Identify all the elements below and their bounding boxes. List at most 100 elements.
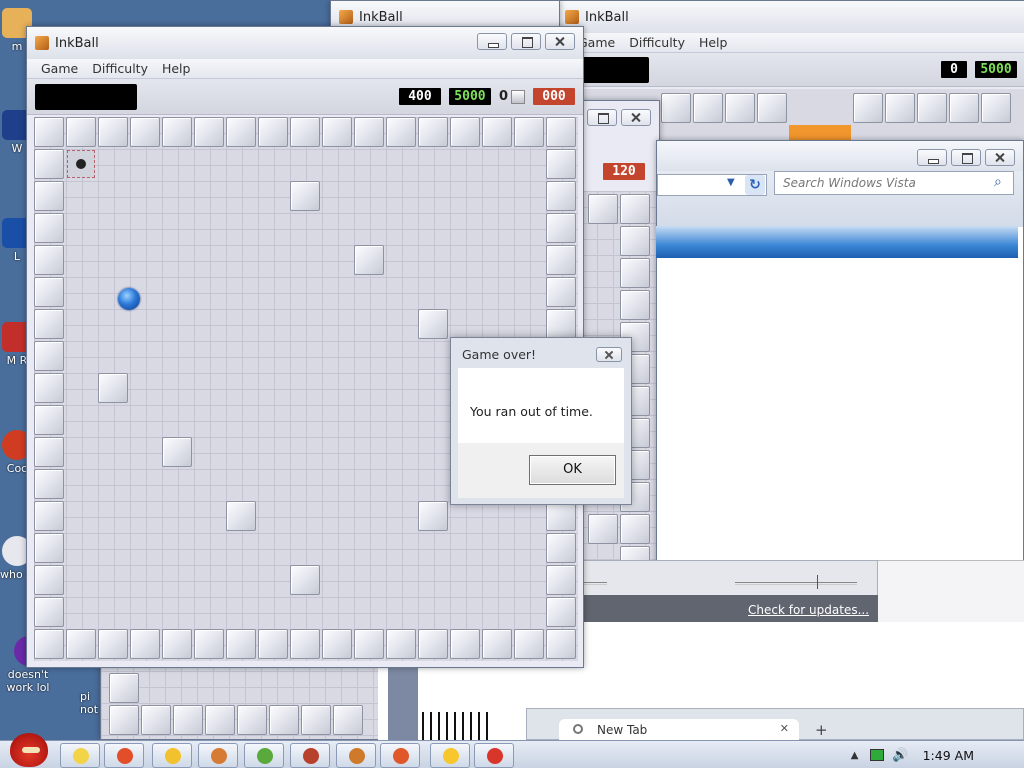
- dropdown-arrow-icon[interactable]: ▼: [727, 177, 735, 188]
- chrome-tab-icon: [573, 724, 583, 734]
- inkball-icon: [349, 748, 365, 764]
- wall-tile: [34, 533, 64, 563]
- close-button[interactable]: [621, 109, 651, 126]
- paint-icon: [211, 748, 227, 764]
- wall-tile: [226, 501, 256, 531]
- wall-tile: [258, 629, 288, 659]
- browser-command-bar: [656, 226, 1018, 258]
- frog-game-icon: [257, 748, 273, 764]
- network-icon[interactable]: [870, 749, 885, 761]
- refresh-icon[interactable]: ↻: [745, 175, 765, 195]
- maximize-button[interactable]: [587, 109, 617, 126]
- chrome-window-fragment: New Tab ✕ +: [526, 708, 1024, 740]
- tray-arrow-icon[interactable]: ▲: [851, 750, 859, 761]
- chrome-icon: [117, 748, 133, 764]
- tab-new-tab[interactable]: New Tab ✕: [559, 719, 799, 740]
- wall-tile: [162, 437, 192, 467]
- taskbar-button[interactable]: [60, 743, 100, 768]
- wall-tile: [546, 117, 576, 147]
- wall-tile: [546, 309, 576, 339]
- close-button[interactable]: [985, 149, 1015, 166]
- clock[interactable]: 1:49 AM: [923, 748, 974, 763]
- smiley-icon: [443, 748, 459, 764]
- taskbar-button[interactable]: [380, 743, 420, 768]
- wall-tile: [34, 341, 64, 371]
- wall-tile: [546, 245, 576, 275]
- wall-tile: [546, 149, 576, 179]
- tab-close-icon[interactable]: ✕: [780, 722, 789, 735]
- browser-window[interactable]: ▼ ↻ ?: [656, 140, 1024, 580]
- ball-icon: [118, 288, 140, 310]
- wall-tile: [290, 117, 320, 147]
- close-button[interactable]: [545, 33, 575, 50]
- menu-help[interactable]: Help: [692, 35, 735, 50]
- inkball-title-icon: [565, 10, 579, 24]
- volume-icon[interactable]: 🔊: [892, 748, 908, 763]
- taskbar-button[interactable]: [198, 743, 238, 768]
- maximize-button[interactable]: [511, 33, 541, 50]
- wall-tile: [546, 565, 576, 595]
- system-tray: ▲ 🔊 1:49 AM: [851, 741, 1024, 768]
- wall-tile: [34, 245, 64, 275]
- wall-tile: [418, 117, 448, 147]
- window-title: InkBall: [585, 9, 629, 25]
- taskbar: ▲ 🔊 1:49 AM: [0, 733, 1024, 768]
- taskbar-button[interactable]: [474, 743, 514, 768]
- start-button[interactable]: [4, 731, 52, 768]
- wall-tile: [34, 277, 64, 307]
- menu-difficulty[interactable]: Difficulty: [85, 61, 155, 76]
- menu-game[interactable]: Game: [34, 61, 85, 76]
- wall-tile: [34, 469, 64, 499]
- wall-tile: [546, 597, 576, 627]
- wall-tile: [450, 629, 480, 659]
- wall-tile: [482, 117, 512, 147]
- window-title: InkBall: [359, 9, 403, 25]
- minimize-button[interactable]: [477, 33, 507, 50]
- ok-button[interactable]: OK: [529, 455, 616, 485]
- taskbar-button[interactable]: [430, 743, 470, 768]
- taskbar-button[interactable]: [290, 743, 330, 768]
- timer-display: 120: [603, 163, 645, 180]
- search-input[interactable]: Search Windows Vista: [774, 171, 1014, 195]
- wall-tile: [546, 277, 576, 307]
- menu-help[interactable]: Help: [155, 61, 198, 76]
- wall-tile: [546, 181, 576, 211]
- wall-tile: [514, 629, 544, 659]
- wall-tile: [34, 501, 64, 531]
- new-tab-button[interactable]: +: [815, 721, 828, 739]
- wall-tile: [450, 117, 480, 147]
- wall-tile: [290, 565, 320, 595]
- tab-title: New Tab: [597, 723, 648, 737]
- wall-tile: [226, 629, 256, 659]
- search-icon[interactable]: ⌕: [994, 174, 1002, 190]
- taskbar-button[interactable]: [104, 743, 144, 768]
- wall-tile: [322, 629, 352, 659]
- menu-difficulty[interactable]: Difficulty: [622, 35, 692, 50]
- wall-tile: [354, 117, 384, 147]
- wall-tile: [98, 117, 128, 147]
- dialog-close-button[interactable]: [596, 347, 622, 362]
- desktop: m W L M R Coc who us doesn't work lol pi…: [0, 0, 1024, 740]
- wall-tile: [546, 533, 576, 563]
- wall-tile: [34, 181, 64, 211]
- wall-tile: [386, 629, 416, 659]
- wall-tile: [34, 373, 64, 403]
- minimize-button[interactable]: [917, 149, 947, 166]
- taskbar-button[interactable]: [244, 743, 284, 768]
- taskbar-button[interactable]: [152, 743, 192, 768]
- dialog-message: You ran out of time.: [458, 368, 624, 443]
- wall-tile: [386, 117, 416, 147]
- balls-count: 0: [498, 89, 508, 104]
- wall-tile: [34, 565, 64, 595]
- wall-tile: [194, 629, 224, 659]
- player-name-box: [35, 83, 137, 110]
- wall-tile: [162, 117, 192, 147]
- maximize-button[interactable]: [951, 149, 981, 166]
- wall-tile: [66, 117, 96, 147]
- taskbar-button[interactable]: [336, 743, 376, 768]
- window-title: InkBall: [55, 35, 99, 51]
- wall-tile: [354, 245, 384, 275]
- wall-tile: [290, 629, 320, 659]
- check-updates-link[interactable]: Check for updates...: [748, 603, 869, 617]
- wall-tile: [34, 405, 64, 435]
